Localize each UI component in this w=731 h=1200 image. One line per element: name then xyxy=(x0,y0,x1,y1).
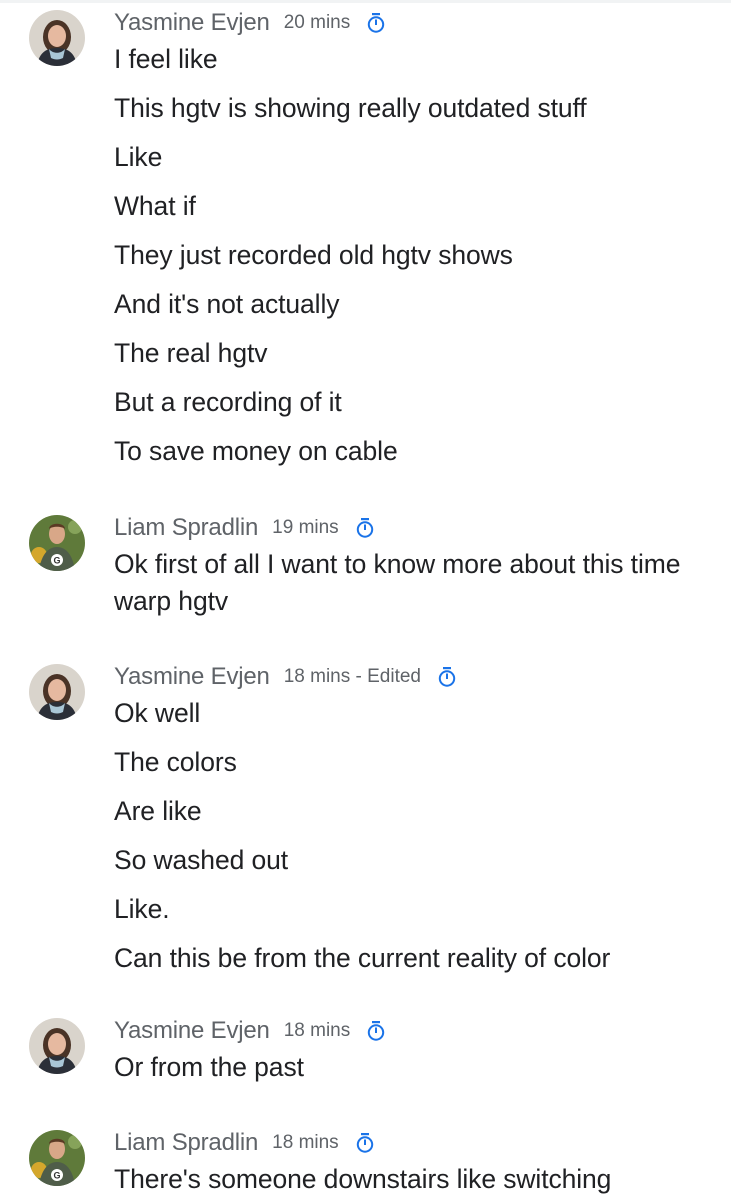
svg-text:G: G xyxy=(53,1171,60,1181)
timestamp: 18 mins - Edited xyxy=(283,666,421,687)
message-text: They just recorded old hgtv shows xyxy=(114,240,513,270)
avatar-yasmine xyxy=(29,10,85,66)
message-header: Yasmine Evjen 18 mins xyxy=(114,1016,386,1046)
top-divider xyxy=(0,0,731,3)
message-text: This hgtv is showing really outdated stu… xyxy=(114,93,587,123)
message-header: Liam Spradlin 18 mins xyxy=(114,1128,375,1158)
timer-icon xyxy=(355,517,375,539)
message-text: What if xyxy=(114,191,196,221)
message-text: Like xyxy=(114,142,163,172)
message-text: There's someone downstairs like switchin… xyxy=(114,1164,612,1194)
timer-icon xyxy=(355,1132,375,1154)
author-name[interactable]: Liam Spradlin xyxy=(114,514,258,542)
author-name[interactable]: Liam Spradlin xyxy=(114,1129,258,1157)
svg-text:G: G xyxy=(53,556,60,566)
message-text: The real hgtv xyxy=(114,338,268,368)
avatar-liam: G xyxy=(29,515,85,571)
avatar[interactable]: G xyxy=(29,515,85,571)
message-text: But a recording of it xyxy=(114,387,342,417)
message-header: Yasmine Evjen 20 mins xyxy=(114,8,386,38)
message-text: Or from the past xyxy=(114,1052,304,1082)
message-text: Like. xyxy=(114,894,170,924)
message-header: Liam Spradlin 19 mins xyxy=(114,513,375,543)
message-text: Ok first of all I want to know more abou… xyxy=(114,549,681,616)
avatar[interactable]: G xyxy=(29,1130,85,1186)
author-name[interactable]: Yasmine Evjen xyxy=(114,663,270,691)
message-text: So washed out xyxy=(114,845,289,875)
author-name[interactable]: Yasmine Evjen xyxy=(114,1017,270,1045)
avatar[interactable] xyxy=(29,664,85,720)
avatar[interactable] xyxy=(29,1018,85,1074)
avatar-yasmine xyxy=(29,1018,85,1074)
timestamp: 20 mins xyxy=(283,12,351,33)
message-text: Are like xyxy=(114,796,202,826)
timer-icon xyxy=(366,1020,386,1042)
timestamp: 18 mins xyxy=(283,1020,351,1041)
timestamp: 18 mins xyxy=(272,1132,339,1153)
author-name[interactable]: Yasmine Evjen xyxy=(114,9,270,37)
avatar-liam: G xyxy=(29,1130,85,1186)
avatar[interactable] xyxy=(29,10,85,66)
avatar-yasmine xyxy=(29,664,85,720)
message-text: I feel like xyxy=(114,44,218,74)
message-text: Can this be from the current reality of … xyxy=(114,943,611,973)
timestamp: 19 mins xyxy=(272,517,339,538)
message-text: To save money on cable xyxy=(114,436,398,466)
timer-icon xyxy=(366,12,386,34)
message-header: Yasmine Evjen 18 mins - Edited xyxy=(114,662,457,692)
message-text: Ok well xyxy=(114,698,201,728)
timer-icon xyxy=(437,666,457,688)
message-text: The colors xyxy=(114,747,237,777)
message-text: And it's not actually xyxy=(114,289,340,319)
